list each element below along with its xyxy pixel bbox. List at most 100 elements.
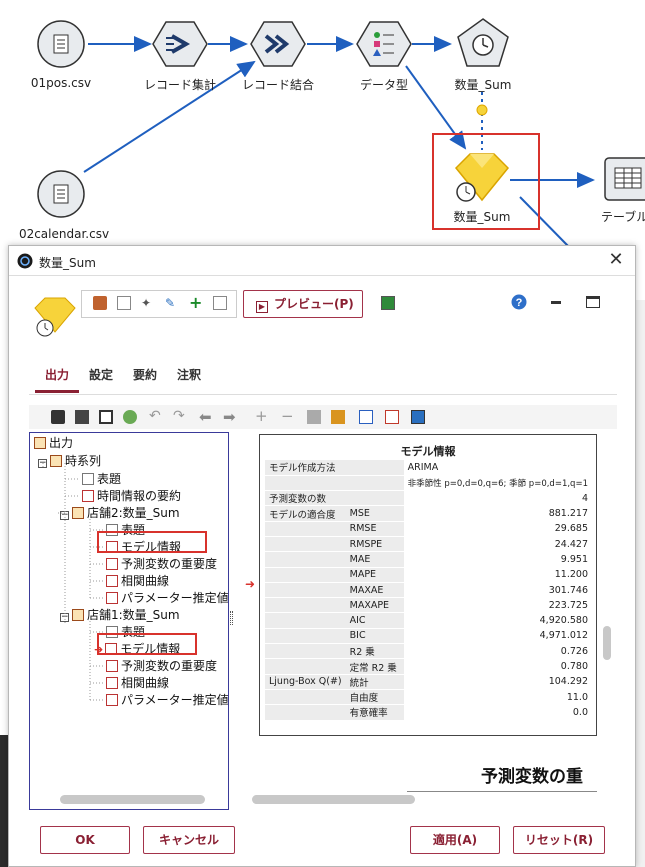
node-table[interactable]: テーブル <box>598 156 645 228</box>
cancel-button[interactable]: キャンセル <box>143 826 235 854</box>
expand-icon[interactable]: + <box>255 407 269 425</box>
collapse-tree-icon[interactable]: − <box>60 511 69 520</box>
book-icon[interactable] <box>331 410 345 424</box>
row-group <box>265 704 346 721</box>
print-icon[interactable] <box>75 410 89 424</box>
export-output-icon[interactable] <box>123 410 137 424</box>
node-record-aggregate[interactable]: レコード集計 <box>144 18 216 92</box>
model-output-dialog[interactable]: 数量_Sum ✕ ✦ ✎ + ▶ プレビュー(P) ? 出力 設定 要約 注釈 ↶… <box>8 245 636 867</box>
help-icon[interactable]: ? <box>511 294 527 310</box>
preview-label: プレビュー(P) <box>274 297 354 311</box>
row-metric: MAE <box>345 551 404 568</box>
ok-button[interactable]: OK <box>40 826 130 854</box>
close-icon[interactable]: ✕ <box>605 249 627 271</box>
report-icon <box>106 677 118 689</box>
undo-icon[interactable]: ↶ <box>149 408 163 424</box>
tree-item[interactable]: 時間情報の要約 <box>82 488 181 504</box>
node-02calendar-csv[interactable]: 02calendar.csv <box>19 170 109 241</box>
brush-icon[interactable]: ✎ <box>165 296 179 310</box>
add-icon[interactable]: + <box>189 293 203 312</box>
node-01pos-csv[interactable]: 01pos.csv <box>31 18 91 90</box>
tree-label: 相関曲線 <box>121 676 170 690</box>
node-sum-model-nugget[interactable]: 数量_Sum <box>452 150 512 225</box>
tree-item[interactable]: 相関曲線 <box>106 573 169 589</box>
model-info-row: 有意確率 0.0 <box>265 704 592 721</box>
page-icon[interactable] <box>213 296 227 310</box>
preview-icon[interactable] <box>99 410 113 424</box>
row-group: モデル作成方法 <box>265 460 404 476</box>
tree-store1[interactable]: − 店舗1:数量_Sum <box>60 607 180 623</box>
collapse-tree-icon[interactable]: − <box>38 459 47 468</box>
tab-annotation[interactable]: 注釈 <box>177 366 201 383</box>
maximize-icon[interactable] <box>586 296 600 308</box>
node-data-type[interactable]: データ型 <box>356 18 412 92</box>
tree-root[interactable]: 出力 <box>34 435 73 451</box>
table-view-icon[interactable] <box>359 410 373 424</box>
tab-output[interactable]: 出力 <box>45 366 69 383</box>
report-icon <box>106 592 118 604</box>
row-group <box>265 536 346 553</box>
row-value: 24.427 <box>403 536 592 553</box>
collapse-tree-icon[interactable]: − <box>60 613 69 622</box>
row-group: 予測変数の数 <box>265 490 404 507</box>
model-icon[interactable] <box>93 296 107 310</box>
tree-scrollbar[interactable] <box>60 795 205 804</box>
table-icon <box>604 157 645 201</box>
tree-label: 時系列 <box>65 454 102 468</box>
tab-settings[interactable]: 設定 <box>89 366 113 383</box>
preview-button[interactable]: ▶ プレビュー(P) <box>243 290 363 318</box>
export-icon[interactable] <box>381 296 395 310</box>
node-label: 02calendar.csv <box>18 227 110 241</box>
row-group: モデルの適合度 <box>265 505 346 522</box>
type-icon <box>356 21 412 67</box>
folder-icon <box>72 507 84 519</box>
node-sum-timeseries[interactable]: 数量_Sum <box>455 16 511 92</box>
chart-view-icon[interactable] <box>385 410 399 424</box>
tree-time-series[interactable]: − 時系列 <box>38 453 101 469</box>
tree-item[interactable]: 表題 <box>82 471 121 487</box>
document-icon[interactable] <box>117 296 131 310</box>
svg-text:?: ? <box>516 297 523 309</box>
row-group <box>265 521 346 537</box>
minimize-icon[interactable] <box>551 301 561 304</box>
node-label: 数量_Sum <box>453 210 511 224</box>
row-group <box>265 582 346 599</box>
collapse-icon[interactable]: − <box>281 407 295 425</box>
tree-item[interactable]: パラメーター推定値 <box>106 590 228 606</box>
output-horizontal-scrollbar[interactable] <box>252 795 415 804</box>
node-record-merge[interactable]: レコード結合 <box>242 18 314 92</box>
tree-item[interactable]: パラメーター推定値 <box>106 692 228 708</box>
tree-item[interactable]: 予測変数の重要度 <box>106 556 217 572</box>
row-metric: R2 乗 <box>345 643 404 660</box>
row-value: 非季節性 p=0,d=0,q=6; 季節 p=0,d=1,q=1 <box>403 475 592 492</box>
tree-store2[interactable]: − 店舗2:数量_Sum <box>60 505 180 521</box>
redo-icon[interactable]: ↷ <box>173 408 187 424</box>
model-info-row: AIC 4,920.580 <box>265 612 592 629</box>
output-tree[interactable]: 出力 − 時系列 表題 時間情報の要約 − 店舗2:数量_Sum 表題 モデル情報 … <box>29 432 229 810</box>
model-info-row: 自由度 11.0 <box>265 689 592 706</box>
row-value: 29.685 <box>403 521 592 537</box>
dialog-titlebar[interactable]: 数量_Sum ✕ <box>9 246 635 276</box>
pivot-icon[interactable] <box>411 410 425 424</box>
tree-item[interactable]: 予測変数の重要度 <box>106 658 217 674</box>
play-icon: ▶ <box>256 301 268 313</box>
arrow-right-icon[interactable]: ➡ <box>223 408 237 426</box>
report-icon <box>106 660 118 672</box>
splitter-handle[interactable] <box>230 611 233 625</box>
wand-icon[interactable]: ✦ <box>141 296 155 310</box>
reset-button[interactable]: リセット(R) <box>513 826 605 854</box>
merge-icon <box>250 21 306 67</box>
tree-item[interactable]: 相関曲線 <box>106 675 169 691</box>
save-icon[interactable] <box>307 410 321 424</box>
camera-icon[interactable] <box>51 410 65 424</box>
model-info-row: MAXAPE 223.725 <box>265 597 592 614</box>
tab-summary[interactable]: 要約 <box>133 366 157 383</box>
model-info-row: 定常 R2 乗 0.780 <box>265 658 592 675</box>
output-vertical-scrollbar[interactable] <box>603 626 611 660</box>
model-info-row: MAE 9.951 <box>265 551 592 568</box>
apply-button[interactable]: 適用(A) <box>410 826 500 854</box>
row-value: 301.746 <box>403 582 592 599</box>
row-value: 9.951 <box>403 551 592 568</box>
arrow-left-icon[interactable]: ⬅ <box>199 408 213 426</box>
aggregate-icon <box>152 21 208 67</box>
